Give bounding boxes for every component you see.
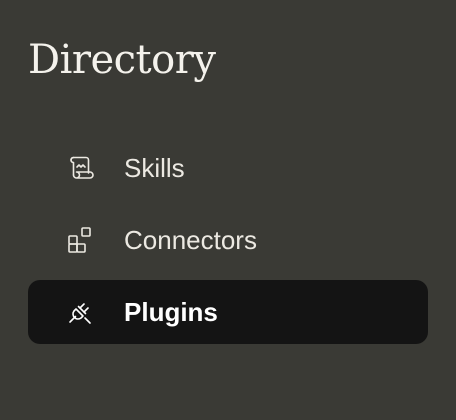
- nav-item-plugins[interactable]: Plugins: [28, 280, 428, 344]
- nav-item-connectors[interactable]: Connectors: [28, 208, 428, 272]
- plug-icon: [64, 296, 96, 328]
- scroll-icon: [64, 152, 96, 184]
- blocks-icon: [64, 224, 96, 256]
- nav-item-skills[interactable]: Skills: [28, 136, 428, 200]
- directory-nav: Skills Connectors Plugins: [28, 136, 428, 352]
- nav-item-label: Connectors: [124, 225, 257, 255]
- nav-item-label: Plugins: [124, 297, 218, 327]
- nav-item-label: Skills: [124, 153, 185, 183]
- page-title: Directory: [28, 37, 216, 83]
